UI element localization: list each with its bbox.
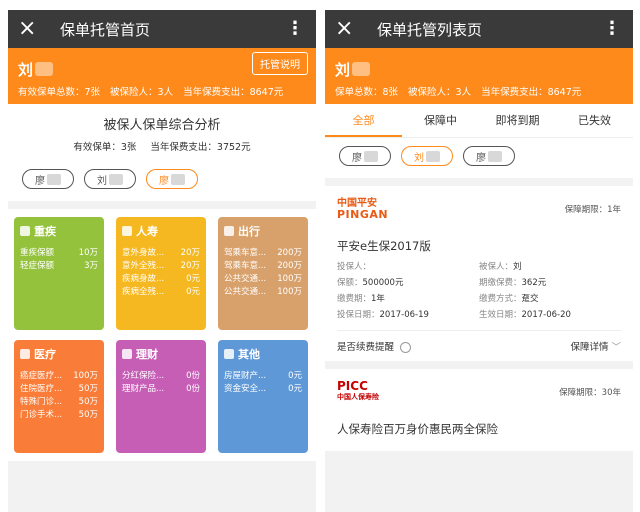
list-screen: × 保单托管列表页 ⋮ 刘 保单总数：8张 被保险人：3人 当年保费支出：864… xyxy=(325,10,633,512)
grid-icon xyxy=(224,349,234,359)
insured-chip[interactable]: 廖 xyxy=(463,146,515,166)
policy-card[interactable]: PICC 中国人保寿险 保障期限：30年 人保寿险百万身价惠民两全保险 xyxy=(325,369,633,451)
coverage-row: 疾病身故... 0元 xyxy=(122,274,200,284)
coverage-row: 住院医疗... 50万 xyxy=(20,384,98,394)
policy-field: 生效日期：2017-06-20 xyxy=(479,310,571,320)
tab-expired[interactable]: 已失效 xyxy=(556,104,633,137)
category-grid: 重疾 重疾保额 10万 轻症保额 3万 人寿 意外身故... 20万 意外全残... 20万 疾病身… xyxy=(8,209,316,461)
policy-field: 保额：500000元 xyxy=(337,278,404,288)
home-screen: × 保单托管首页 ⋮ 刘 托管说明 有效保单总数：7张 被保险人：3人 当年保费… xyxy=(8,10,316,512)
coverage-row: 重疾保额 10万 xyxy=(20,248,98,258)
coverage-row: 驾乘车意... 200万 xyxy=(224,248,302,258)
policy-field: 缴费期：1年 xyxy=(337,294,385,304)
page-title: 保单托管首页 xyxy=(60,20,151,39)
category-card[interactable]: 出行驾乘车意... 200万 驾乘车意... 200万 公共交通... 100万 公共交通.… xyxy=(218,217,308,330)
coverage-row: 意外全残... 20万 xyxy=(122,261,200,271)
coverage-row: 特殊门诊... 50万 xyxy=(20,397,98,407)
coverage-row: 疾病全残... 0元 xyxy=(122,287,200,297)
top-bar: × 保单托管首页 ⋮ xyxy=(8,10,316,48)
policy-field: 被保人：刘 xyxy=(479,262,522,272)
summary-header: 刘 托管说明 有效保单总数：7张 被保险人：3人 当年保费支出：8647元 xyxy=(8,48,316,104)
coverage-row: 公共交通... 100万 xyxy=(224,287,302,297)
medical-icon xyxy=(20,349,30,359)
category-title: 重疾 xyxy=(34,225,56,238)
category-title: 人寿 xyxy=(136,225,158,238)
insured-chip[interactable]: 刘 xyxy=(84,169,136,189)
stat-premium: 当年保费支出：8647元 xyxy=(183,87,284,98)
category-card[interactable]: 重疾重疾保额 10万 轻症保额 3万 xyxy=(14,217,104,330)
coverage-term: 保障期限：30年 xyxy=(559,388,621,398)
coverage-row: 分红保险... 0份 xyxy=(122,371,200,381)
policy-field: 投保日期：2017-06-19 xyxy=(337,310,429,320)
wallet-icon xyxy=(122,349,132,359)
insured-chip-selected[interactable]: 廖 xyxy=(146,169,198,189)
category-card[interactable]: 医疗癌症医疗... 100万 住院医疗... 50万 特殊门诊... 50万 门诊手术...… xyxy=(14,340,104,453)
insured-chip-selected[interactable]: 刘 xyxy=(401,146,453,166)
close-icon[interactable]: × xyxy=(335,10,365,48)
stat-premium: 当年保费支出：8647元 xyxy=(481,87,582,98)
analysis-section: 被保人保单综合分析 有效保单：3张 当年保费支出：3752元 xyxy=(8,104,316,161)
page-title: 保单托管列表页 xyxy=(377,20,483,39)
renewal-reminder[interactable]: 是否续费提醒 xyxy=(337,339,412,353)
category-title: 理财 xyxy=(136,348,158,361)
insured-chips: 廖 刘 廖 xyxy=(8,161,316,201)
category-title: 出行 xyxy=(238,225,260,238)
policy-field: 期缴保费：362元 xyxy=(479,278,547,288)
more-icon[interactable]: ⋮ xyxy=(286,10,304,48)
close-icon[interactable]: × xyxy=(18,10,48,48)
stat-total: 保单总数：8张 xyxy=(335,87,399,98)
category-card[interactable]: 其他房屋财产... 0元 资金安全... 0元 xyxy=(218,340,308,453)
policy-field: 投保人： xyxy=(337,262,372,272)
category-title: 其他 xyxy=(238,348,260,361)
coverage-details-link[interactable]: 保障详情 ﹀ xyxy=(570,339,621,353)
plane-icon xyxy=(224,226,234,236)
pingan-logo: 中国平安 PINGAN xyxy=(337,198,389,221)
hospital-icon xyxy=(20,226,30,236)
coverage-row: 理财产品... 0份 xyxy=(122,384,200,394)
blurred-name xyxy=(352,62,371,76)
coverage-row: 公共交通... 100万 xyxy=(224,274,302,284)
tab-expiring[interactable]: 即将到期 xyxy=(479,104,556,137)
policy-card[interactable]: 中国平安 PINGAN 保障期限：1年 平安e生保2017版 投保人： 被保人：刘… xyxy=(325,186,633,361)
top-bar: × 保单托管列表页 ⋮ xyxy=(325,10,633,48)
stat-insured: 被保险人：3人 xyxy=(110,87,174,98)
stat-insured: 被保险人：3人 xyxy=(408,87,472,98)
radio-icon[interactable] xyxy=(400,342,412,353)
leaf-icon xyxy=(122,226,132,236)
category-title: 医疗 xyxy=(34,348,56,361)
summary-stats: 保单总数：8张 被保险人：3人 当年保费支出：8647元 xyxy=(335,84,623,98)
summary-stats: 有效保单总数：7张 被保险人：3人 当年保费支出：8647元 xyxy=(18,84,306,98)
picc-logo: PICC 中国人保寿险 xyxy=(337,379,379,401)
user-name: 刘 xyxy=(335,56,623,82)
analysis-title: 被保人保单综合分析 xyxy=(103,118,221,133)
tab-active[interactable]: 保障中 xyxy=(402,104,479,137)
status-tabs: 全部 保障中 即将到期 已失效 xyxy=(325,104,633,138)
coverage-term: 保障期限：1年 xyxy=(564,205,621,215)
coverage-row: 癌症医疗... 100万 xyxy=(20,371,98,381)
custody-help-button[interactable]: 托管说明 xyxy=(252,52,308,75)
category-card[interactable]: 理财分红保险... 0份 理财产品... 0份 xyxy=(116,340,206,453)
more-icon[interactable]: ⋮ xyxy=(603,10,621,48)
coverage-row: 门诊手术... 50万 xyxy=(20,410,98,420)
tab-all[interactable]: 全部 xyxy=(325,104,402,137)
stat-total: 有效保单总数：7张 xyxy=(18,87,101,98)
insured-chips: 廖 刘 廖 xyxy=(325,138,633,178)
coverage-row: 驾乘车意... 200万 xyxy=(224,261,302,271)
analysis-premium: 当年保费支出：3752元 xyxy=(150,142,251,153)
coverage-row: 资金安全... 0元 xyxy=(224,384,302,394)
coverage-row: 轻症保额 3万 xyxy=(20,261,98,271)
category-card[interactable]: 人寿意外身故... 20万 意外全残... 20万 疾病身故... 0元 疾病全残... 0元 xyxy=(116,217,206,330)
analysis-valid: 有效保单：3张 xyxy=(73,142,137,153)
insured-chip[interactable]: 廖 xyxy=(22,169,74,189)
blurred-name xyxy=(35,62,54,76)
coverage-row: 房屋财产... 0元 xyxy=(224,371,302,381)
policy-field: 缴费方式：趸交 xyxy=(479,294,539,304)
policy-name: 平安e生保2017版 xyxy=(337,239,431,253)
coverage-row: 意外身故... 20万 xyxy=(122,248,200,258)
policy-name: 人保寿险百万身价惠民两全保险 xyxy=(337,422,498,436)
chevron-down-icon: ﹀ xyxy=(611,342,621,353)
insured-chip[interactable]: 廖 xyxy=(339,146,391,166)
summary-header: 刘 保单总数：8张 被保险人：3人 当年保费支出：8647元 xyxy=(325,48,633,104)
policy-fields: 投保人： 被保人：刘保额：500000元 期缴保费：362元缴费期：1年 缴费方式：趸… xyxy=(337,260,621,320)
